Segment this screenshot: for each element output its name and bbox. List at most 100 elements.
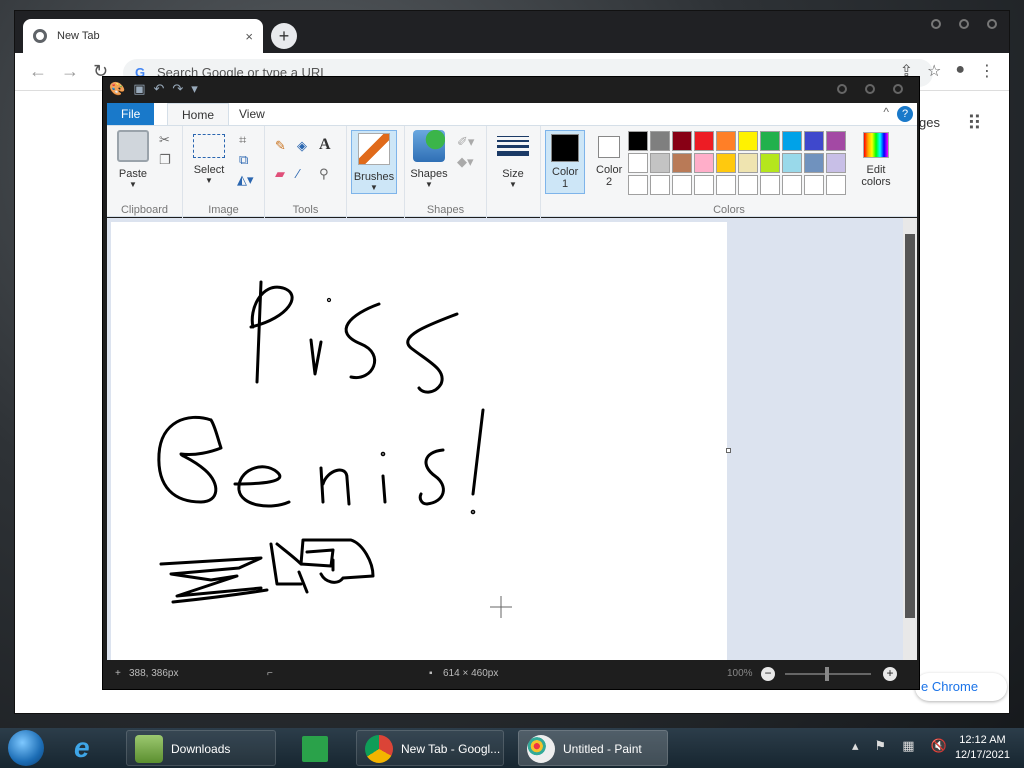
taskbar-downloads[interactable]: Downloads	[126, 730, 276, 766]
help-icon[interactable]: ?	[897, 106, 913, 122]
forward-arrow-icon[interactable]: →	[61, 61, 79, 82]
palette-swatch[interactable]	[694, 153, 714, 173]
paste-button[interactable]: Paste ▼	[115, 130, 151, 189]
drawing-canvas[interactable]	[111, 222, 731, 660]
crop-icon[interactable]: ⌗	[239, 132, 246, 148]
show-hidden-icons[interactable]: ▴	[852, 738, 859, 754]
tab-file[interactable]: File	[107, 103, 155, 125]
ribbon-home: Paste ▼ ✂ ❐ Clipboard Select ▼ ⌗ ⧉ ◭▾ Im…	[107, 125, 917, 218]
palette-swatch[interactable]	[738, 175, 758, 195]
network-icon[interactable]: ▦	[902, 738, 914, 754]
palette-swatch[interactable]	[716, 153, 736, 173]
save-icon[interactable]: ▣	[133, 81, 145, 97]
store-taskbar[interactable]	[292, 730, 340, 766]
color1-button[interactable]: Color 1	[545, 130, 585, 194]
eraser-icon[interactable]: ▰	[275, 166, 285, 182]
palette-swatch[interactable]	[650, 131, 670, 151]
tab-close-icon[interactable]: ×	[245, 29, 253, 44]
paint-minimize-icon[interactable]	[837, 84, 847, 94]
palette-swatch[interactable]	[738, 131, 758, 151]
color2-button[interactable]: Color 2	[589, 130, 629, 188]
palette-swatch[interactable]	[760, 131, 780, 151]
palette-swatch[interactable]	[826, 131, 846, 151]
palette-swatch[interactable]	[760, 175, 780, 195]
stroke-exclaim	[471, 408, 485, 496]
scrollbar-thumb[interactable]	[905, 234, 915, 618]
palette-swatch[interactable]	[760, 153, 780, 173]
back-arrow-icon[interactable]: ←	[29, 61, 47, 82]
palette-swatch[interactable]	[782, 153, 802, 173]
bookmark-star-icon[interactable]: ☆	[927, 61, 941, 81]
palette-swatch[interactable]	[650, 153, 670, 173]
ribbon-collapse-icon[interactable]: ^	[883, 105, 889, 119]
pencil-icon[interactable]: ✎	[275, 138, 286, 154]
palette-swatch[interactable]	[826, 153, 846, 173]
brushes-button[interactable]: Brushes ▼	[351, 130, 397, 194]
palette-swatch[interactable]	[694, 175, 714, 195]
palette-swatch[interactable]	[782, 175, 802, 195]
copy-icon[interactable]: ❐	[159, 152, 171, 168]
zoom-slider-thumb[interactable]	[825, 667, 829, 681]
vertical-scrollbar[interactable]	[903, 218, 917, 660]
undo-icon[interactable]: ↶	[153, 81, 164, 97]
rotate-icon[interactable]: ◭▾	[237, 172, 254, 188]
menu-icon[interactable]: ⋮	[979, 61, 995, 81]
outline-icon[interactable]: ✐▾	[457, 134, 474, 150]
action-center-flag-icon[interactable]: ⚑	[875, 738, 887, 754]
palette-swatch[interactable]	[738, 153, 758, 173]
text-tool-icon[interactable]: A	[319, 136, 331, 154]
palette-swatch[interactable]	[716, 175, 736, 195]
paint-close-icon[interactable]	[893, 84, 903, 94]
size-button[interactable]: Size ▼	[495, 130, 531, 189]
palette-swatch[interactable]	[826, 175, 846, 195]
minimize-icon[interactable]	[931, 19, 941, 29]
new-tab-button[interactable]: +	[271, 23, 297, 49]
palette-swatch[interactable]	[628, 131, 648, 151]
palette-swatch[interactable]	[672, 153, 692, 173]
cut-icon[interactable]: ✂	[159, 132, 170, 148]
shapes-button[interactable]: Shapes ▼	[409, 130, 449, 189]
tab-view[interactable]: View	[225, 103, 279, 125]
zoom-in-button[interactable]: +	[883, 667, 897, 681]
paint-maximize-icon[interactable]	[865, 84, 875, 94]
internet-explorer-taskbar[interactable]: e	[64, 730, 112, 766]
redo-icon[interactable]: ↷	[172, 81, 183, 97]
close-icon[interactable]	[987, 19, 997, 29]
tab-home[interactable]: Home	[167, 103, 230, 125]
palette-swatch[interactable]	[804, 153, 824, 173]
palette-swatch[interactable]	[804, 131, 824, 151]
select-button[interactable]: Select ▼	[191, 130, 227, 185]
images-link[interactable]: ges	[919, 115, 940, 130]
palette-swatch[interactable]	[650, 175, 670, 195]
volume-muted-icon[interactable]: 🔇	[930, 738, 946, 754]
paste-dropdown-icon: ▼	[129, 180, 137, 189]
edit-colors-button[interactable]: Edit colors	[853, 130, 899, 188]
zoom-out-button[interactable]: −	[761, 667, 775, 681]
taskbar-paint[interactable]: Untitled - Paint	[518, 730, 668, 766]
profile-icon[interactable]: ●	[955, 61, 965, 81]
palette-swatch[interactable]	[628, 175, 648, 195]
palette-swatch[interactable]	[672, 131, 692, 151]
resize-icon[interactable]: ⧉	[239, 152, 248, 168]
palette-swatch[interactable]	[804, 175, 824, 195]
palette-swatch[interactable]	[672, 175, 692, 195]
color-picker-icon[interactable]: ⁄	[297, 166, 299, 181]
dropdown-icon[interactable]: ▾	[191, 81, 198, 97]
chrome-window-controls	[931, 19, 997, 29]
palette-swatch[interactable]	[628, 153, 648, 173]
palette-swatch[interactable]	[782, 131, 802, 151]
palette-swatch[interactable]	[716, 131, 736, 151]
fill-bucket-icon[interactable]: ◈	[297, 138, 307, 154]
start-button[interactable]	[8, 730, 44, 766]
maximize-icon[interactable]	[959, 19, 969, 29]
palette-swatch[interactable]	[694, 131, 714, 151]
system-clock[interactable]: 12:12 AM 12/17/2021	[955, 733, 1010, 763]
magnifier-icon[interactable]: ⚲	[319, 166, 329, 182]
canvas-resize-handle[interactable]	[726, 448, 731, 453]
customize-chrome-button[interactable]: e Chrome	[915, 673, 1007, 701]
taskbar-chrome[interactable]: New Tab - Googl...	[356, 730, 504, 766]
apps-grid-icon[interactable]: ⠿	[967, 111, 982, 136]
chrome-tab-new-tab[interactable]: New Tab ×	[23, 19, 263, 53]
zoom-level: 100%	[727, 668, 753, 679]
fill-icon[interactable]: ◆▾	[457, 154, 474, 170]
